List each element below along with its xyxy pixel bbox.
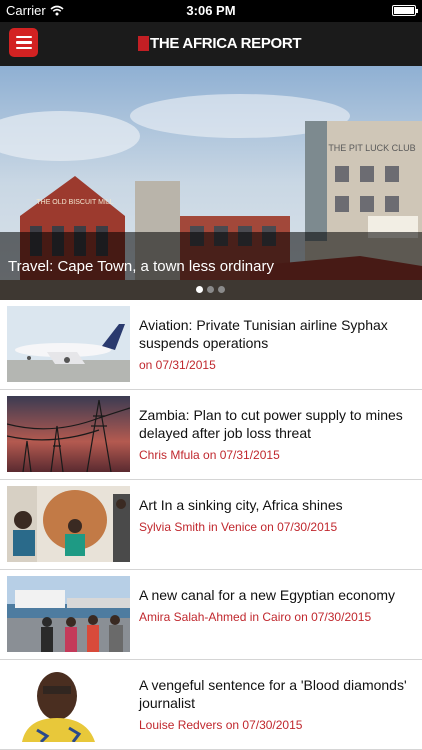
article-title: Aviation: Private Tunisian airline Sypha…	[139, 317, 388, 351]
article-thumbnail	[7, 666, 130, 742]
status-time: 3:06 PM	[186, 3, 236, 18]
page-dot-active[interactable]	[196, 286, 203, 293]
article-title: A new canal for a new Egyptian economy	[139, 587, 396, 603]
svg-text:THE PIT LUCK CLUB: THE PIT LUCK CLUB	[328, 143, 415, 153]
article-meta: Sylvia Smith in Venice on 07/30/2015	[139, 520, 338, 534]
article-title: A vengeful sentence for a 'Blood diamond…	[139, 677, 407, 711]
page-dot[interactable]	[218, 286, 225, 293]
carousel-page-indicator[interactable]	[196, 286, 225, 293]
hero-title[interactable]: Travel: Cape Town, a town less ordinary	[8, 258, 274, 275]
status-bar: Carrier 3:06 PM	[0, 0, 422, 22]
article-row[interactable]: Art In a sinking city, Africa shines Syl…	[0, 480, 422, 570]
article-meta: Louise Redvers on 07/30/2015	[139, 718, 303, 732]
article-row[interactable]: A vengeful sentence for a 'Blood diamond…	[0, 660, 422, 750]
logo-mark-icon	[138, 36, 149, 51]
menu-button[interactable]	[9, 28, 38, 57]
hamburger-menu-icon	[15, 35, 32, 39]
article-title: Zambia: Plan to cut power supply to mine…	[139, 407, 403, 441]
navigation-bar: THE AFRICA REPORT	[0, 22, 422, 66]
battery-icon	[392, 5, 418, 16]
article-row[interactable]: A new canal for a new Egyptian economy A…	[0, 570, 422, 660]
article-meta: Amira Salah-Ahmed in Cairo on 07/30/2015	[139, 610, 372, 624]
article-meta: Chris Mfula on 07/31/2015	[139, 448, 280, 462]
article-thumbnail	[7, 486, 130, 562]
article-thumbnail	[7, 306, 130, 382]
article-thumbnail	[7, 576, 130, 652]
svg-text:THE OLD BISCUIT MILL: THE OLD BISCUIT MILL	[36, 199, 113, 206]
logo-text: THE AFRICA REPORT	[150, 35, 302, 52]
article-thumbnail	[7, 396, 130, 472]
app-logo[interactable]: THE AFRICA REPORT	[138, 35, 302, 52]
article-row[interactable]: Aviation: Private Tunisian airline Sypha…	[0, 300, 422, 390]
article-meta: on 07/31/2015	[139, 358, 216, 372]
article-title: Art In a sinking city, Africa shines	[139, 497, 343, 513]
page-dot[interactable]	[207, 286, 214, 293]
article-row[interactable]: Zambia: Plan to cut power supply to mine…	[0, 390, 422, 480]
